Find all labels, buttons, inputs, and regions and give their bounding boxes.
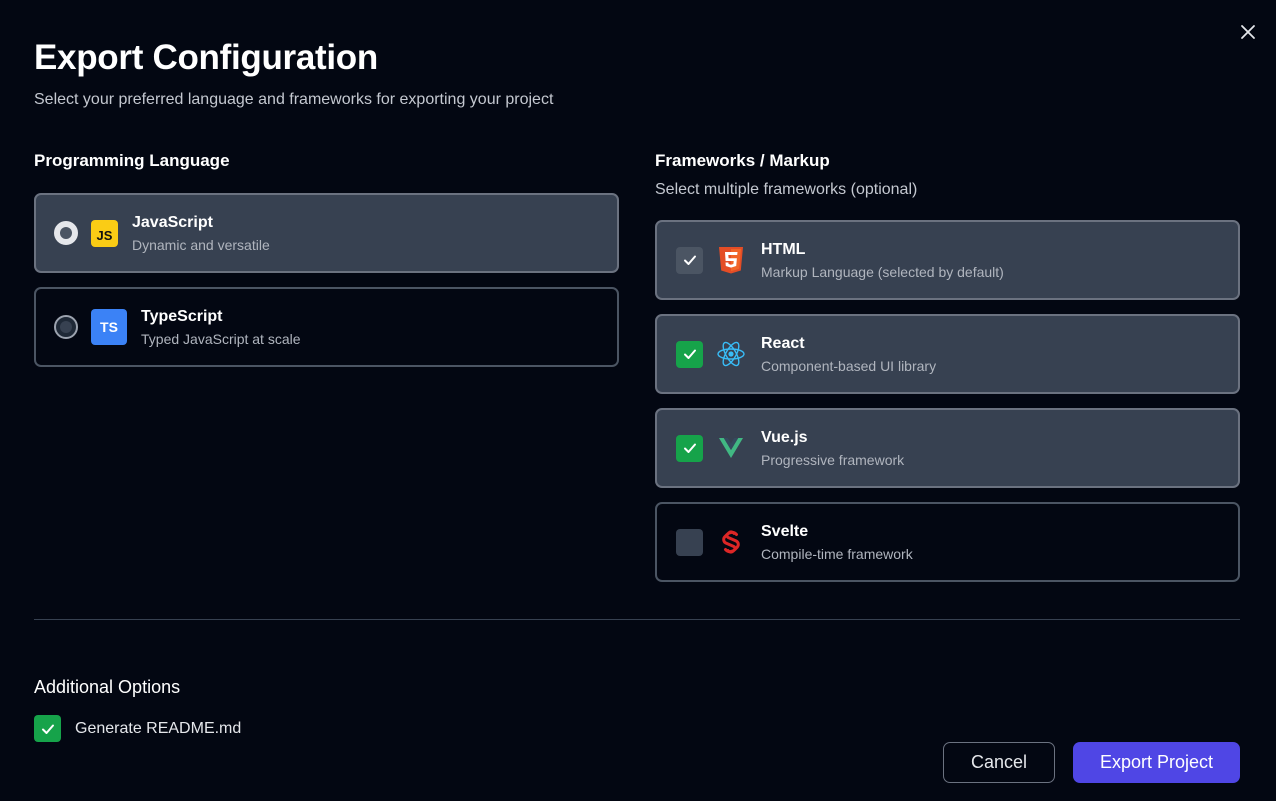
- javascript-logo-icon: JS: [91, 219, 118, 247]
- radio-javascript[interactable]: [54, 221, 78, 245]
- section-divider: [34, 619, 1240, 620]
- frameworks-section-heading: Frameworks / Markup: [655, 151, 830, 170]
- checkmark-icon: [683, 255, 696, 265]
- language-option-typescript[interactable]: TS TypeScript Typed JavaScript at scale: [34, 287, 619, 367]
- framework-description: Markup Language (selected by default): [761, 263, 1004, 280]
- framework-name: Svelte: [761, 522, 809, 540]
- checkbox-generate-readme[interactable]: [34, 715, 61, 742]
- framework-option-svelte[interactable]: Svelte Compile-time framework: [655, 502, 1240, 582]
- html5-icon: [716, 245, 746, 275]
- svelte-icon: [716, 527, 746, 557]
- language-option-javascript[interactable]: JS JavaScript Dynamic and versatile: [34, 193, 619, 273]
- language-name: JavaScript: [132, 213, 213, 231]
- cancel-button[interactable]: Cancel: [943, 742, 1055, 783]
- framework-name: React: [761, 334, 805, 352]
- checkmark-icon: [41, 724, 54, 734]
- framework-name: Vue.js: [761, 428, 808, 446]
- framework-description: Component-based UI library: [761, 357, 937, 374]
- language-description: Typed JavaScript at scale: [141, 330, 301, 347]
- language-name: TypeScript: [141, 307, 223, 325]
- language-section-heading: Programming Language: [34, 151, 230, 170]
- language-description: Dynamic and versatile: [132, 236, 270, 253]
- close-icon: [1241, 25, 1255, 39]
- export-configuration-dialog: Export Configuration Select your preferr…: [0, 0, 1276, 801]
- typescript-logo-icon: TS: [91, 309, 127, 345]
- option-generate-readme[interactable]: Generate README.md: [34, 715, 241, 742]
- export-project-button[interactable]: Export Project: [1073, 742, 1240, 783]
- framework-option-html[interactable]: HTML Markup Language (selected by defaul…: [655, 220, 1240, 300]
- radio-typescript[interactable]: [54, 315, 78, 339]
- generate-readme-label: Generate README.md: [75, 719, 242, 737]
- checkbox-vue[interactable]: [676, 434, 703, 462]
- checkbox-html[interactable]: [676, 246, 703, 274]
- framework-description: Compile-time framework: [761, 545, 913, 562]
- frameworks-section-subheading: Select multiple frameworks (optional): [655, 181, 918, 198]
- framework-name: HTML: [761, 240, 806, 258]
- dialog-title: Export Configuration: [34, 38, 378, 77]
- checkmark-icon: [683, 443, 696, 453]
- close-button[interactable]: [1236, 20, 1260, 44]
- checkbox-svelte[interactable]: [676, 528, 703, 556]
- react-icon: [716, 339, 746, 369]
- framework-option-react[interactable]: React Component-based UI library: [655, 314, 1240, 394]
- checkmark-icon: [683, 349, 696, 359]
- framework-option-vue[interactable]: Vue.js Progressive framework: [655, 408, 1240, 488]
- vue-icon: [716, 433, 746, 463]
- checkbox-react[interactable]: [676, 340, 703, 368]
- dialog-subtitle: Select your preferred language and frame…: [34, 91, 554, 108]
- framework-description: Progressive framework: [761, 451, 905, 468]
- additional-options-heading: Additional Options: [34, 677, 181, 697]
